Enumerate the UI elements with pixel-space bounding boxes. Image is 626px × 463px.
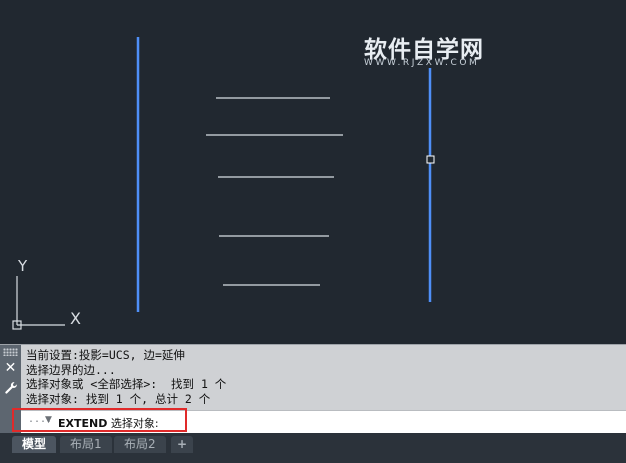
history-line: 选择对象或 <全部选择>: 找到 1 个 (26, 377, 227, 391)
command-prompt-text: 选择对象: (110, 417, 159, 430)
grip-handle[interactable] (426, 155, 435, 164)
ucs-y-label: Y (17, 257, 28, 275)
tab-layout2[interactable]: 布局2 (114, 436, 166, 453)
ucs-x-label: X (70, 309, 81, 328)
drawing-canvas[interactable]: Y X 软件自学网 WWW.RJZXW.COM (0, 0, 626, 344)
add-layout-button[interactable]: + (171, 436, 194, 453)
command-prompt: EXTEND 选择对象: (58, 415, 159, 431)
command-input[interactable] (191, 413, 611, 429)
layout-tab-bar: 模型 布局1 布局2 + (0, 433, 626, 463)
drawing-area[interactable]: Y X (0, 0, 626, 344)
history-line: 选择边界的边... (26, 362, 116, 377)
tab-model[interactable]: 模型 (12, 436, 57, 453)
panel-grip-handle[interactable] (3, 348, 18, 356)
command-history: 当前设置:投影=UCS, 边=延伸 选择边界的边... 选择对象或 <全部选择>… (26, 348, 622, 406)
command-input-row[interactable]: .... ▼ EXTEND 选择对象: (21, 410, 626, 433)
wrench-icon[interactable] (2, 381, 19, 398)
command-sidebar: ✕ (0, 345, 21, 434)
watermark-url: WWW.RJZXW.COM (364, 58, 480, 68)
history-line: 选择对象: 找到 1 个, 总计 2 个 (26, 391, 211, 406)
ucs-icon: Y X (12, 257, 81, 330)
history-line: 当前设置:投影=UCS, 边=延伸 (26, 348, 185, 362)
tab-layout1[interactable]: 布局1 (60, 436, 112, 453)
recent-commands-dropdown-icon[interactable]: ▼ (45, 415, 52, 425)
command-name: EXTEND (58, 417, 108, 430)
close-icon[interactable]: ✕ (2, 360, 19, 377)
